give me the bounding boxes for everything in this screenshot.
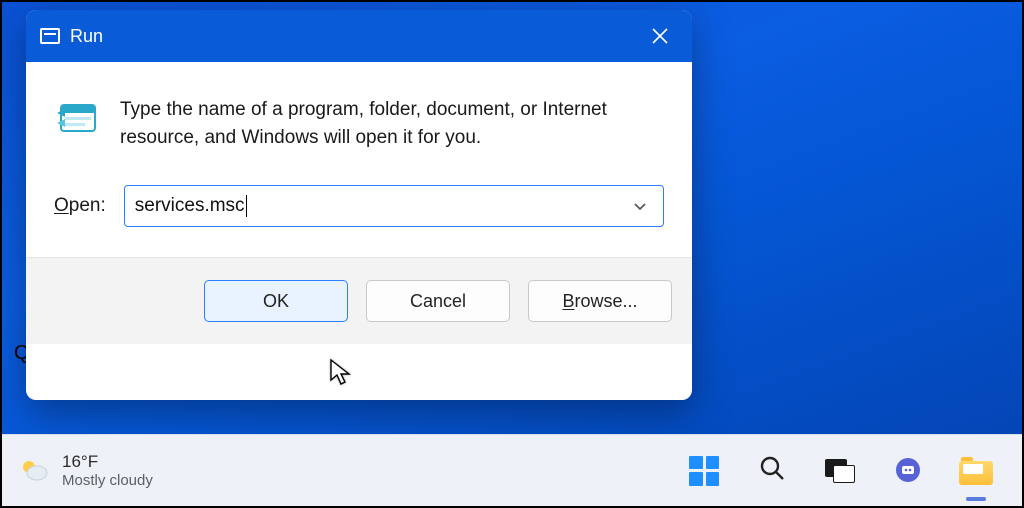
start-button[interactable] [684, 451, 724, 491]
button-row: OK Cancel Browse... [26, 257, 692, 344]
open-label: Open: [54, 195, 106, 217]
dialog-content: Type the name of a program, folder, docu… [26, 62, 692, 400]
run-app-icon [40, 28, 60, 44]
weather-icon [18, 454, 50, 486]
close-button[interactable] [628, 10, 692, 62]
chat-icon [892, 455, 924, 487]
active-indicator [966, 497, 986, 501]
dialog-description: Type the name of a program, folder, docu… [120, 94, 664, 151]
chat-button[interactable] [888, 451, 928, 491]
open-input[interactable]: services.msc [135, 195, 627, 217]
weather-temp: 16°F [62, 452, 153, 472]
window-title: Run [70, 26, 103, 47]
browse-button[interactable]: Browse... [528, 280, 672, 322]
chevron-down-icon [633, 199, 647, 213]
close-icon [651, 27, 669, 45]
search-button[interactable] [752, 451, 792, 491]
dropdown-toggle[interactable] [627, 186, 653, 226]
weather-widget[interactable]: 16°F Mostly cloudy [18, 452, 153, 489]
file-explorer-button[interactable] [956, 451, 996, 491]
search-icon [759, 455, 785, 486]
weather-text: 16°F Mostly cloudy [62, 452, 153, 489]
weather-condition: Mostly cloudy [62, 472, 153, 489]
cancel-button[interactable]: Cancel [366, 280, 510, 322]
taskbar[interactable]: 16°F Mostly cloudy [2, 434, 1022, 506]
titlebar[interactable]: Run [26, 10, 692, 62]
task-view-button[interactable] [820, 451, 860, 491]
run-icon [54, 94, 102, 142]
open-combobox[interactable]: services.msc [124, 185, 664, 227]
ok-button[interactable]: OK [204, 280, 348, 322]
run-dialog: Run Type the name of a program, folder, … [26, 10, 692, 400]
windows-logo-icon [689, 456, 719, 486]
folder-icon [959, 457, 993, 485]
task-view-icon [825, 459, 855, 483]
